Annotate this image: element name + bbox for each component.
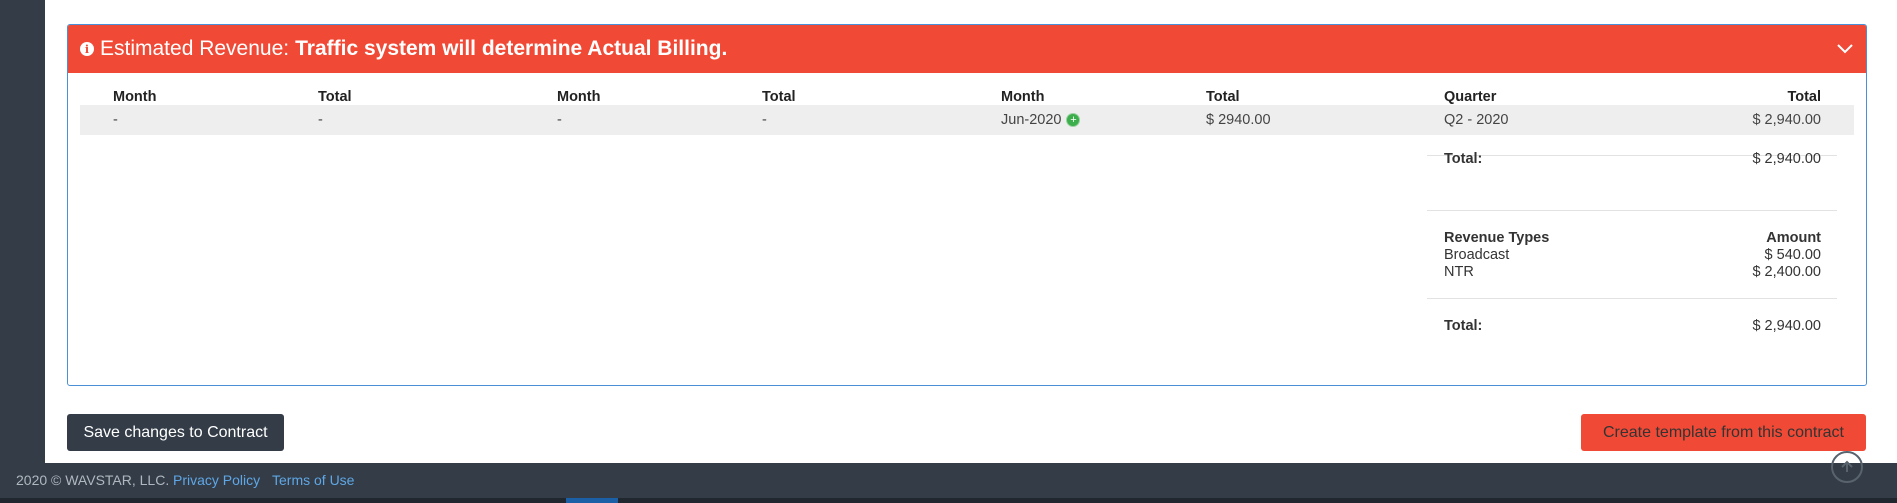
chevron-down-icon[interactable] (1834, 37, 1856, 59)
panel-header[interactable]: i Estimated Revenue: Traffic system will… (68, 25, 1866, 73)
privacy-policy-link[interactable]: Privacy Policy (173, 472, 260, 488)
panel-title-prefix: Estimated Revenue: (100, 37, 290, 60)
cell-total-3: $ 2940.00 (1206, 112, 1271, 128)
terms-of-use-link[interactable]: Terms of Use (272, 472, 354, 488)
info-icon: i (80, 42, 94, 56)
divider (1427, 298, 1837, 299)
save-contract-button[interactable]: Save changes to Contract (67, 414, 284, 451)
cell-quarter: Q2 - 2020 (1444, 112, 1509, 128)
summary-total-label: Total: (1444, 151, 1483, 167)
summary-total-value: $ 2,940.00 (1752, 151, 1821, 167)
grand-total-label: Total: (1444, 318, 1483, 334)
revenue-type-name: NTR (1444, 264, 1474, 280)
footer: 2020 © WAVSTAR, LLC. Privacy Policy Term… (0, 463, 1897, 503)
taskbar-strip (0, 498, 1897, 503)
cell-month-1: - (113, 112, 118, 128)
estimated-revenue-panel: i Estimated Revenue: Traffic system will… (67, 24, 1867, 386)
cell-month-2: - (557, 112, 562, 128)
divider (1427, 210, 1837, 211)
revenue-type-name: Broadcast (1444, 247, 1510, 263)
revenue-types-label: Revenue Types (1444, 230, 1550, 246)
table-row: - - - - Jun-2020 + $ 2940.00 Q2 - 2020 $ … (80, 105, 1854, 135)
plus-circle-icon[interactable]: + (1066, 113, 1081, 128)
cell-month-3: Jun-2020 (1001, 112, 1062, 128)
cell-quarter-total: $ 2,940.00 (1752, 112, 1821, 128)
panel-title-strong: Traffic system will determine Actual Bil… (295, 37, 728, 60)
taskbar-accent (566, 498, 618, 503)
cell-month-3-wrap: Jun-2020 + (1001, 105, 1081, 135)
cell-total-1: - (318, 112, 323, 128)
cell-total-2: - (762, 112, 767, 128)
revenue-type-amount: $ 2,400.00 (1752, 264, 1821, 280)
revenue-type-amount: $ 540.00 (1764, 247, 1821, 263)
create-template-button[interactable]: Create template from this contract (1581, 414, 1866, 451)
grand-total-value: $ 2,940.00 (1752, 318, 1821, 334)
copyright-text: 2020 © WAVSTAR, LLC. (16, 472, 170, 488)
arrow-up-circle-icon[interactable] (1831, 451, 1863, 483)
main-content: i Estimated Revenue: Traffic system will… (45, 0, 1897, 463)
amount-label: Amount (1766, 230, 1821, 246)
